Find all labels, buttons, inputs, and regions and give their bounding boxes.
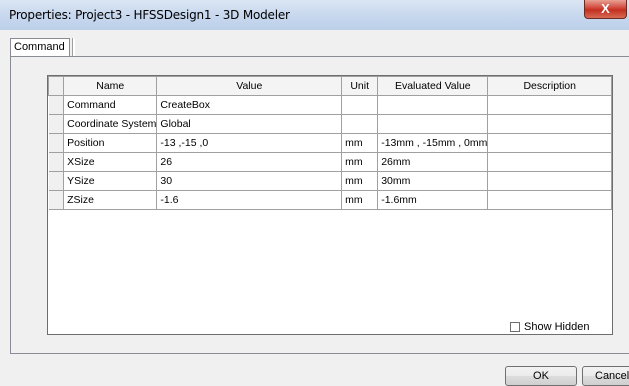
column-header-unit[interactable]: Unit <box>341 76 379 96</box>
value-cell[interactable]: -13 ,-15 ,0 <box>156 133 343 153</box>
row-header[interactable] <box>48 152 65 172</box>
name-cell: ZSize <box>63 190 158 210</box>
row-header[interactable] <box>48 171 65 191</box>
header-row: Name Value Unit Evaluated Value Descript… <box>47 76 612 96</box>
value-cell[interactable]: 26 <box>156 152 343 172</box>
unit-cell[interactable]: mm <box>341 152 379 172</box>
column-header-name[interactable]: Name <box>63 76 158 96</box>
show-hidden-checkbox[interactable] <box>510 322 520 332</box>
unit-cell[interactable] <box>341 114 379 134</box>
evaluated-value-cell <box>377 114 489 134</box>
row-header[interactable] <box>48 95 65 115</box>
name-cell: XSize <box>63 152 158 172</box>
evaluated-value-cell: 26mm <box>377 152 489 172</box>
close-button[interactable]: X <box>584 0 627 19</box>
row-header[interactable] <box>48 190 65 210</box>
description-cell[interactable] <box>487 95 612 115</box>
tab-strip-divider <box>72 38 75 57</box>
unit-cell[interactable]: mm <box>341 171 379 191</box>
name-cell: YSize <box>63 171 158 191</box>
name-cell: Position <box>63 133 158 153</box>
column-header-value[interactable]: Value <box>156 76 343 96</box>
description-cell[interactable] <box>487 171 612 191</box>
evaluated-value-cell: 30mm <box>377 171 489 191</box>
ok-button[interactable]: OK <box>505 366 577 386</box>
column-header-evaluated-value[interactable]: Evaluated Value <box>377 76 489 96</box>
show-hidden-label[interactable]: Show Hidden <box>524 321 589 333</box>
name-cell: Command <box>63 95 158 115</box>
cancel-button[interactable]: Cancel <box>582 366 629 386</box>
properties-table: Name Value Unit Evaluated Value Descript… <box>47 76 612 210</box>
evaluated-value-cell: -13mm , -15mm , 0mm <box>377 133 489 153</box>
row-header[interactable] <box>48 114 65 134</box>
properties-grid[interactable]: Name Value Unit Evaluated Value Descript… <box>47 75 613 335</box>
close-icon: X <box>601 1 610 16</box>
description-cell[interactable] <box>487 133 612 153</box>
value-cell[interactable]: -1.6 <box>156 190 343 210</box>
evaluated-value-cell: -1.6mm <box>377 190 489 210</box>
description-cell[interactable] <box>487 114 612 134</box>
table-row[interactable]: YSize 30 mm 30mm <box>48 171 612 191</box>
value-cell[interactable]: CreateBox <box>156 95 343 115</box>
unit-cell[interactable]: mm <box>341 190 379 210</box>
unit-cell[interactable] <box>341 95 379 115</box>
window-title: Properties: Project3 - HFSSDesign1 - 3D … <box>9 8 290 22</box>
description-cell[interactable] <box>487 152 612 172</box>
title-bar[interactable]: Properties: Project3 - HFSSDesign1 - 3D … <box>0 0 629 30</box>
evaluated-value-cell <box>377 95 489 115</box>
table-row[interactable]: XSize 26 mm 26mm <box>48 152 612 172</box>
unit-cell[interactable]: mm <box>341 133 379 153</box>
description-cell[interactable] <box>487 190 612 210</box>
tab-command[interactable]: Command <box>10 38 70 57</box>
value-cell[interactable]: 30 <box>156 171 343 191</box>
table-row[interactable]: Command CreateBox <box>48 95 612 115</box>
table-row[interactable]: ZSize -1.6 mm -1.6mm <box>48 190 612 210</box>
corner-cell <box>47 76 65 96</box>
column-header-description[interactable]: Description <box>487 76 612 96</box>
table-row[interactable]: Position -13 ,-15 ,0 mm -13mm , -15mm , … <box>48 133 612 153</box>
value-cell[interactable]: Global <box>156 114 343 134</box>
row-header[interactable] <box>48 133 65 153</box>
name-cell: Coordinate System <box>63 114 158 134</box>
table-row[interactable]: Coordinate System Global <box>48 114 612 134</box>
